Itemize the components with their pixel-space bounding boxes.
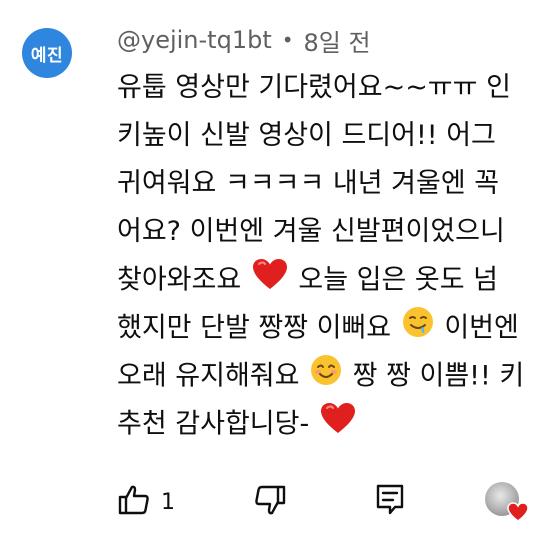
comment-text-segment: 짱 짱 이쁨!! 키 [352,360,525,392]
comment-text-segment: 이번엔 [444,312,519,344]
smiling-face-icon [310,354,342,400]
comment-text-segment: 추천 감사합니당- [117,408,310,440]
comment-line: 귀여워요 ㅋㅋㅋㅋ 내년 겨울엔 꼭 [117,162,560,210]
comment-text-segment: 오늘 입은 옷도 넘 [298,264,499,296]
username[interactable]: @yejin-tq1bt [117,26,272,54]
avatar-text: 예진 [30,45,64,66]
comment-text-segment: 귀여워요 ㅋㅋㅋㅋ 내년 겨울엔 꼭 [117,168,500,199]
comment-line: 추천 감사합니당- [117,402,560,450]
comment-actions: 1 [117,480,560,524]
comment-text-segment: 했지만 단발 짱짱 이뻐요 [117,312,392,344]
separator-dot: • [281,28,294,52]
creator-heart-icon [485,482,529,524]
dislike-button[interactable] [253,480,287,524]
comment-line: 키높이 신발 영상이 드디어!! 어그 [117,114,560,162]
timestamp[interactable]: 8일 전 [304,23,371,58]
thumbs-up-icon [117,483,151,521]
drooling-face-icon [402,306,434,352]
red-heart-icon [252,258,288,304]
reply-icon [375,483,405,521]
comment-line: 찾아와조요 오늘 입은 옷도 넘 [117,258,560,306]
comment-line: 했지만 단발 짱짱 이뻐요 이번엔 [117,306,560,354]
comment-text: 유툽 영상만 기다렸어요~~ㅠㅠ 인 키높이 신발 영상이 드디어!! 어그 귀… [117,66,560,450]
comment-text-segment: 찾아와조요 [117,264,242,296]
comment-line: 어요? 이번엔 겨울 신발편이었으니 [117,210,560,258]
comment-text-segment: 오래 유지해줘요 [117,360,300,392]
comment-line: 유툽 영상만 기다렸어요~~ㅠㅠ 인 [117,66,560,114]
red-heart-icon [320,402,356,448]
thumbs-down-icon [253,483,287,521]
comment-text-segment: 어요? 이번엔 겨울 신발편이었으니 [117,216,505,247]
heart-icon [507,502,529,522]
avatar[interactable]: 예진 [22,28,72,78]
comment-header: @yejin-tq1bt • 8일 전 [117,22,371,58]
comment-line: 오래 유지해줘요 짱 짱 이쁨!! 키 [117,354,560,402]
comment: 예진 @yejin-tq1bt • 8일 전 유툽 영상만 기다렸어요~~ㅠㅠ … [0,0,560,560]
like-count: 1 [161,489,175,515]
comment-text-segment: 유툽 영상만 기다렸어요~~ㅠㅠ 인 [117,72,511,103]
comment-text-segment: 키높이 신발 영상이 드디어!! 어그 [117,120,496,151]
reply-button[interactable] [375,480,405,524]
like-button[interactable]: 1 [117,480,175,524]
